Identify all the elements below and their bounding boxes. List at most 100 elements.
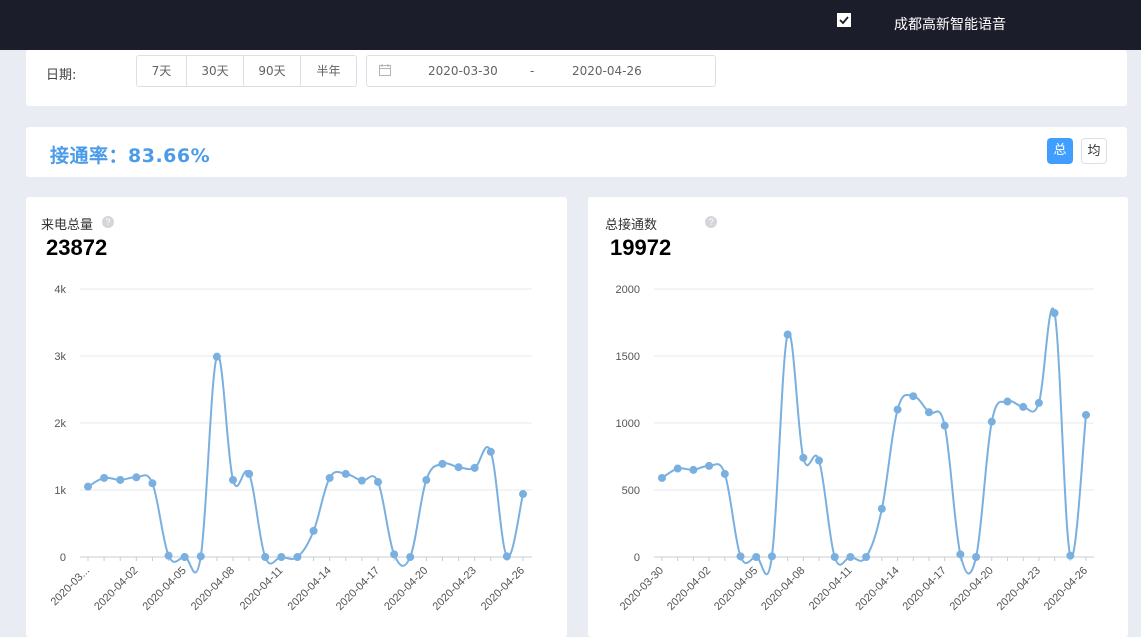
- data-point[interactable]: [940, 421, 949, 430]
- x-tick-label: 2020-04-02: [665, 565, 713, 613]
- data-point[interactable]: [84, 482, 92, 491]
- data-point[interactable]: [325, 473, 334, 482]
- connection-rate-card: 接通率：83.66% 总 均: [26, 127, 1127, 177]
- data-point[interactable]: [658, 473, 666, 482]
- data-point[interactable]: [815, 456, 824, 465]
- data-point[interactable]: [309, 526, 318, 535]
- connection-rate-text: 接通率：83.66%: [50, 145, 211, 167]
- data-point[interactable]: [987, 417, 996, 426]
- data-point[interactable]: [956, 550, 965, 559]
- data-point[interactable]: [1019, 402, 1028, 411]
- date-range-group: 7天 30天 90天 半年: [136, 55, 357, 87]
- date-range-picker[interactable]: 2020-03-30 - 2020-04-26: [366, 55, 716, 87]
- data-point[interactable]: [116, 475, 125, 484]
- data-point[interactable]: [180, 553, 189, 561]
- data-point[interactable]: [736, 552, 745, 561]
- data-point[interactable]: [277, 553, 286, 561]
- range-30-days-button[interactable]: 30天: [187, 56, 244, 86]
- data-point[interactable]: [767, 552, 776, 561]
- data-point[interactable]: [830, 553, 839, 561]
- end-date-input[interactable]: 2020-04-26: [572, 64, 642, 78]
- data-point[interactable]: [909, 392, 918, 401]
- data-point[interactable]: [972, 553, 981, 561]
- x-tick-label: 2020-04-08: [759, 565, 807, 613]
- range-90-days-button[interactable]: 90天: [244, 56, 301, 86]
- data-point[interactable]: [212, 352, 221, 361]
- connected-calls-line-chart: 05001000150020002020-03-302020-04-022020…: [616, 284, 1094, 613]
- top-bar: 成都高新智能语音: [0, 0, 1141, 50]
- x-tick-label: 2020-04-20: [382, 565, 430, 613]
- data-point[interactable]: [862, 553, 871, 561]
- data-point[interactable]: [100, 473, 109, 482]
- calendar-check-icon[interactable]: [836, 12, 852, 28]
- data-point[interactable]: [519, 490, 527, 499]
- x-tick-label: 2020-04-05: [712, 565, 760, 613]
- data-point[interactable]: [486, 447, 495, 456]
- data-point[interactable]: [374, 477, 382, 486]
- x-tick-label: 2020-04-02: [92, 565, 140, 613]
- y-tick-label: 1k: [54, 485, 66, 497]
- data-point[interactable]: [245, 469, 254, 478]
- org-name[interactable]: 成都高新智能语音: [894, 14, 1006, 34]
- x-tick-label: 2020-04-11: [807, 565, 855, 613]
- data-point[interactable]: [341, 469, 350, 478]
- data-point[interactable]: [783, 330, 792, 339]
- data-point[interactable]: [846, 553, 855, 561]
- y-tick-label: 3k: [54, 351, 66, 363]
- data-point[interactable]: [1050, 309, 1059, 318]
- y-tick-label: 1500: [616, 351, 640, 363]
- y-tick-label: 0: [634, 552, 640, 564]
- data-point[interactable]: [877, 504, 886, 513]
- incoming-calls-chart-card: 来电总量 ? 23872 0 1k 2k 3k 4k 2020-03... 2020-04-…: [26, 197, 567, 637]
- range-7-days-button[interactable]: 7天: [137, 56, 187, 86]
- x-tick-label: 2020-04-26: [479, 565, 527, 613]
- data-point[interactable]: [422, 475, 431, 484]
- data-point[interactable]: [293, 553, 302, 561]
- data-point[interactable]: [390, 550, 399, 559]
- data-point[interactable]: [720, 469, 729, 478]
- x-tick-label: 2020-04-23: [431, 565, 479, 613]
- series-line: [661, 307, 1087, 576]
- range-half-year-button[interactable]: 半年: [301, 56, 356, 86]
- data-point[interactable]: [1034, 398, 1043, 407]
- y-tick-label: 2000: [616, 284, 640, 296]
- data-point[interactable]: [229, 475, 237, 484]
- data-point[interactable]: [406, 553, 415, 561]
- data-point[interactable]: [752, 553, 761, 561]
- data-point[interactable]: [1003, 397, 1012, 406]
- x-tick-label: 2020-04-11: [238, 565, 286, 613]
- data-point[interactable]: [705, 461, 714, 470]
- x-tick-label: 2020-04-17: [334, 565, 382, 613]
- data-point[interactable]: [132, 473, 141, 482]
- date-filter-card: 日期: 7天 30天 90天 半年 2020-03-30 - 2020-04-2…: [26, 50, 1127, 106]
- data-point[interactable]: [689, 465, 698, 474]
- y-tick-label: 500: [622, 485, 640, 497]
- data-point[interactable]: [1082, 410, 1090, 419]
- date-separator: -: [530, 64, 535, 78]
- data-point[interactable]: [438, 459, 447, 468]
- data-point[interactable]: [148, 479, 157, 488]
- data-point[interactable]: [893, 405, 902, 414]
- x-tick-label: 2020-04-05: [141, 565, 189, 613]
- data-point[interactable]: [454, 463, 463, 472]
- data-point[interactable]: [261, 553, 270, 561]
- data-point[interactable]: [357, 476, 366, 485]
- x-tick-label: 2020-04-17: [901, 565, 949, 613]
- data-point[interactable]: [673, 464, 682, 473]
- data-point[interactable]: [196, 552, 205, 561]
- data-point[interactable]: [1066, 551, 1075, 560]
- data-point[interactable]: [799, 453, 808, 462]
- x-tick-label: 2020-04-26: [1042, 565, 1090, 613]
- data-point[interactable]: [470, 463, 479, 472]
- total-toggle-button[interactable]: 总: [1047, 138, 1073, 164]
- date-label: 日期:: [46, 68, 77, 83]
- data-point[interactable]: [502, 552, 511, 561]
- calendar-icon: [379, 64, 391, 76]
- x-tick-label: 2020-03...: [49, 565, 93, 609]
- y-tick-label: 0: [60, 552, 66, 564]
- data-point[interactable]: [924, 408, 933, 417]
- average-toggle-button[interactable]: 均: [1081, 138, 1107, 164]
- start-date-input[interactable]: 2020-03-30: [428, 64, 498, 78]
- x-tick-label: 2020-04-23: [995, 565, 1043, 613]
- data-point[interactable]: [164, 551, 173, 560]
